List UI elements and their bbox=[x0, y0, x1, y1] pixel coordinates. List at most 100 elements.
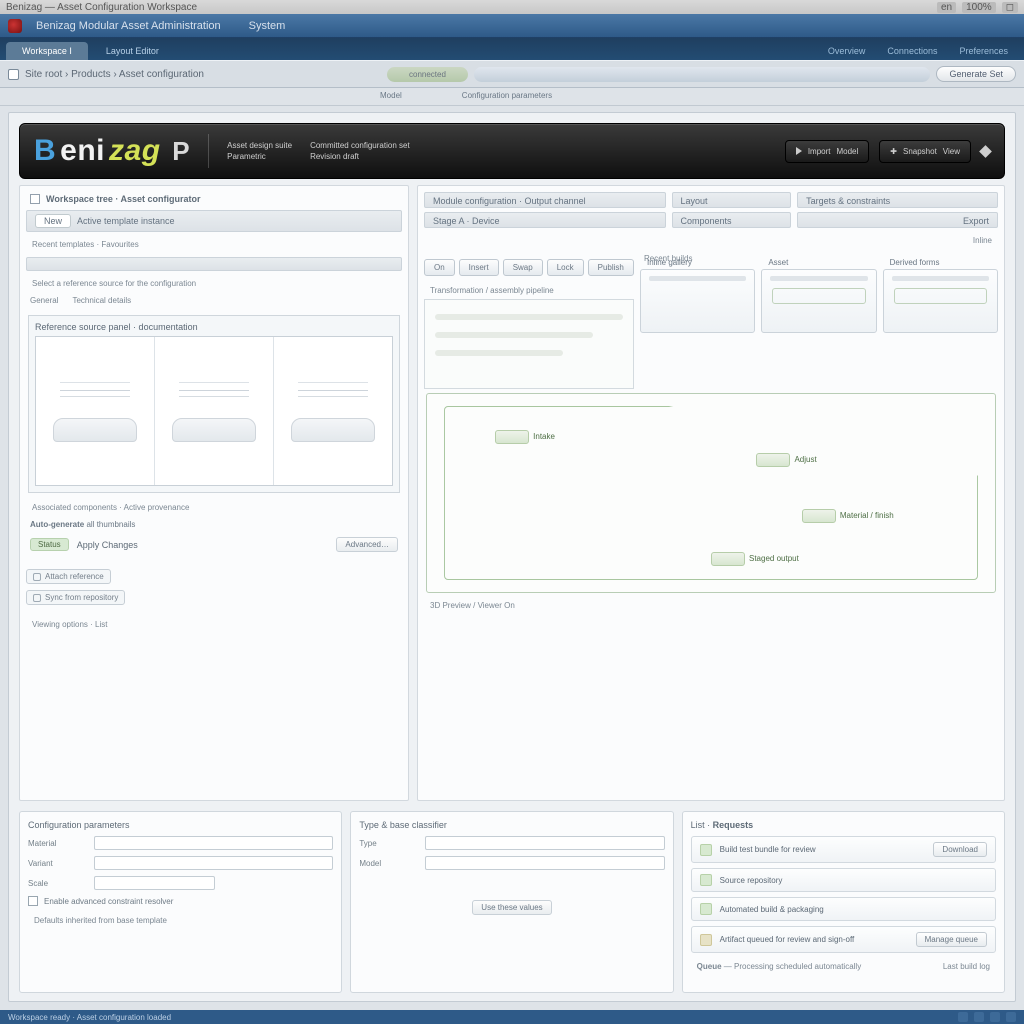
status-icon-3[interactable] bbox=[990, 1012, 1000, 1022]
field-material-label: Material bbox=[28, 839, 88, 848]
hero-line-1b: Parametric bbox=[227, 152, 292, 161]
field-material-input[interactable] bbox=[94, 836, 333, 850]
advanced-button[interactable]: Advanced… bbox=[336, 537, 398, 552]
field-type-input[interactable] bbox=[425, 836, 664, 850]
autogen-label: Auto-generate bbox=[30, 520, 84, 529]
card1-title: Configuration parameters bbox=[28, 820, 333, 830]
app-menubar: Benizag Modular Asset Administration Sys… bbox=[0, 14, 1024, 38]
breadcrumb[interactable]: Site root › Products › Asset configurati… bbox=[25, 69, 345, 80]
card-config-params: Configuration parameters Material Varian… bbox=[19, 811, 342, 993]
active-template-label: Active template instance bbox=[77, 216, 175, 226]
queued-icon bbox=[700, 934, 712, 946]
bb-insert[interactable]: Insert bbox=[459, 259, 499, 276]
thumbnail-2[interactable] bbox=[155, 337, 274, 485]
list-item: Automated build & packaging bbox=[691, 897, 996, 921]
status-bar: Workspace ready · Asset configuration lo… bbox=[0, 1010, 1024, 1024]
status-pill-connected: connected bbox=[387, 67, 468, 82]
app-icon bbox=[8, 19, 22, 33]
field-scale-input[interactable] bbox=[94, 876, 215, 890]
field-model-input[interactable] bbox=[425, 856, 664, 870]
reference-source-note: Select a reference source for the config… bbox=[26, 275, 402, 292]
tab-workspace[interactable]: Workspace I bbox=[6, 42, 88, 60]
new-template-button[interactable]: New bbox=[35, 214, 71, 228]
thumbnail-1[interactable] bbox=[36, 337, 155, 485]
status-text: Workspace ready · Asset configuration lo… bbox=[8, 1013, 171, 1022]
constraint-resolver-label: Enable advanced constraint resolver bbox=[44, 897, 173, 906]
gallery-card-1[interactable]: Inline gallery bbox=[640, 269, 755, 333]
hero-line-1a: Asset design suite bbox=[227, 141, 292, 150]
constraint-resolver-checkbox[interactable] bbox=[28, 896, 38, 906]
gallery-card-2[interactable]: Asset bbox=[761, 269, 876, 333]
bb-on[interactable]: On bbox=[424, 259, 455, 276]
layout-header[interactable]: Layout bbox=[681, 196, 708, 206]
subtab-config-params[interactable]: Configuration parameters bbox=[462, 88, 552, 105]
tablink-connections[interactable]: Connections bbox=[877, 42, 947, 60]
viewing-options-label: Viewing options · List bbox=[26, 616, 402, 633]
field-variant-input[interactable] bbox=[94, 856, 333, 870]
os-title: Benizag — Asset Configuration Workspace bbox=[6, 2, 197, 13]
menu-system[interactable]: System bbox=[249, 20, 286, 32]
right-pane: Module configuration · Output channel La… bbox=[417, 185, 1005, 801]
document-tabs: Workspace I Layout Editor Overview Conne… bbox=[0, 38, 1024, 60]
build-icon bbox=[700, 903, 712, 915]
gallery-card-3[interactable]: Derived forms bbox=[883, 269, 998, 333]
pipeline-section-title: Transformation / assembly pipeline bbox=[424, 282, 634, 299]
os-window-control[interactable]: ◻ bbox=[1002, 2, 1018, 13]
attach-icon bbox=[33, 573, 41, 581]
status-icon-1[interactable] bbox=[958, 1012, 968, 1022]
arrow-right-icon bbox=[796, 147, 802, 155]
sub-tabstrip: Model Configuration parameters bbox=[0, 88, 1024, 106]
list-item: Source repository bbox=[691, 868, 996, 892]
tablink-preferences[interactable]: Preferences bbox=[949, 42, 1018, 60]
left-tab-general[interactable]: General bbox=[30, 296, 58, 305]
pipeline-diagram[interactable]: Intake Adjust Material / finish Staged o… bbox=[426, 393, 996, 593]
left-tab-technical[interactable]: Technical details bbox=[72, 296, 131, 305]
components-label[interactable]: Components bbox=[681, 216, 732, 226]
node-material: Material / finish bbox=[840, 511, 894, 520]
stage-device-label: Stage A · Device bbox=[433, 216, 500, 226]
toolbar-checkbox[interactable] bbox=[8, 69, 19, 80]
sync-repo-button[interactable]: Sync from repository bbox=[26, 590, 125, 605]
reference-frame: Reference source panel · documentation bbox=[28, 315, 400, 493]
inline-note: Inline bbox=[424, 232, 998, 249]
bb-swap[interactable]: Swap bbox=[503, 259, 543, 276]
diamond-icon bbox=[979, 145, 992, 158]
status-icon-4[interactable] bbox=[1006, 1012, 1016, 1022]
list-item: Artifact queued for review and sign-offM… bbox=[691, 926, 996, 953]
use-values-button[interactable]: Use these values bbox=[472, 900, 551, 915]
export-label[interactable]: Export bbox=[963, 216, 989, 226]
download-button[interactable]: Download bbox=[933, 842, 987, 857]
bb-lock[interactable]: Lock bbox=[547, 259, 584, 276]
subtab-model[interactable]: Model bbox=[380, 88, 402, 105]
card1-footnote: Defaults inherited from base template bbox=[28, 912, 333, 929]
pipeline-mini-preview bbox=[424, 299, 634, 389]
hero-line-2b: Revision draft bbox=[310, 152, 410, 161]
status-icon-2[interactable] bbox=[974, 1012, 984, 1022]
os-lang[interactable]: en bbox=[937, 2, 956, 13]
hero-snapshot-button[interactable]: ✚SnapshotView bbox=[879, 140, 971, 163]
tab-layout-editor[interactable]: Layout Editor bbox=[90, 42, 175, 60]
build-log-button[interactable]: Last build log bbox=[943, 962, 990, 971]
os-zoom[interactable]: 100% bbox=[962, 2, 996, 13]
action-buttonbar: On Insert Swap Lock Publish bbox=[424, 259, 634, 276]
field-model-label: Model bbox=[359, 859, 419, 868]
field-scale-label: Scale bbox=[28, 879, 88, 888]
address-toolbar: Site root › Products › Asset configurati… bbox=[0, 60, 1024, 88]
node-intake: Intake bbox=[533, 432, 555, 441]
template-selector[interactable] bbox=[26, 257, 402, 271]
targets-header[interactable]: Targets & constraints bbox=[806, 196, 890, 206]
thumbnail-3[interactable] bbox=[274, 337, 392, 485]
manage-queue-button[interactable]: Manage queue bbox=[916, 932, 987, 947]
apply-changes-link[interactable]: Apply Changes bbox=[77, 540, 138, 550]
list-item: Build test bundle for reviewDownload bbox=[691, 836, 996, 863]
tablink-overview[interactable]: Overview bbox=[818, 42, 876, 60]
brand-logo: Benizag P bbox=[34, 134, 190, 168]
search-bar[interactable] bbox=[474, 67, 931, 82]
generate-set-button[interactable]: Generate Set bbox=[936, 66, 1016, 82]
bb-publish[interactable]: Publish bbox=[588, 259, 634, 276]
viewer-caption: 3D Preview / Viewer On bbox=[424, 597, 998, 614]
left-pane: Workspace tree · Asset configurator NewA… bbox=[19, 185, 409, 801]
app-title: Benizag Modular Asset Administration bbox=[36, 20, 221, 32]
hero-import-button[interactable]: ImportModel bbox=[785, 140, 869, 163]
attach-reference-button[interactable]: Attach reference bbox=[26, 569, 111, 584]
